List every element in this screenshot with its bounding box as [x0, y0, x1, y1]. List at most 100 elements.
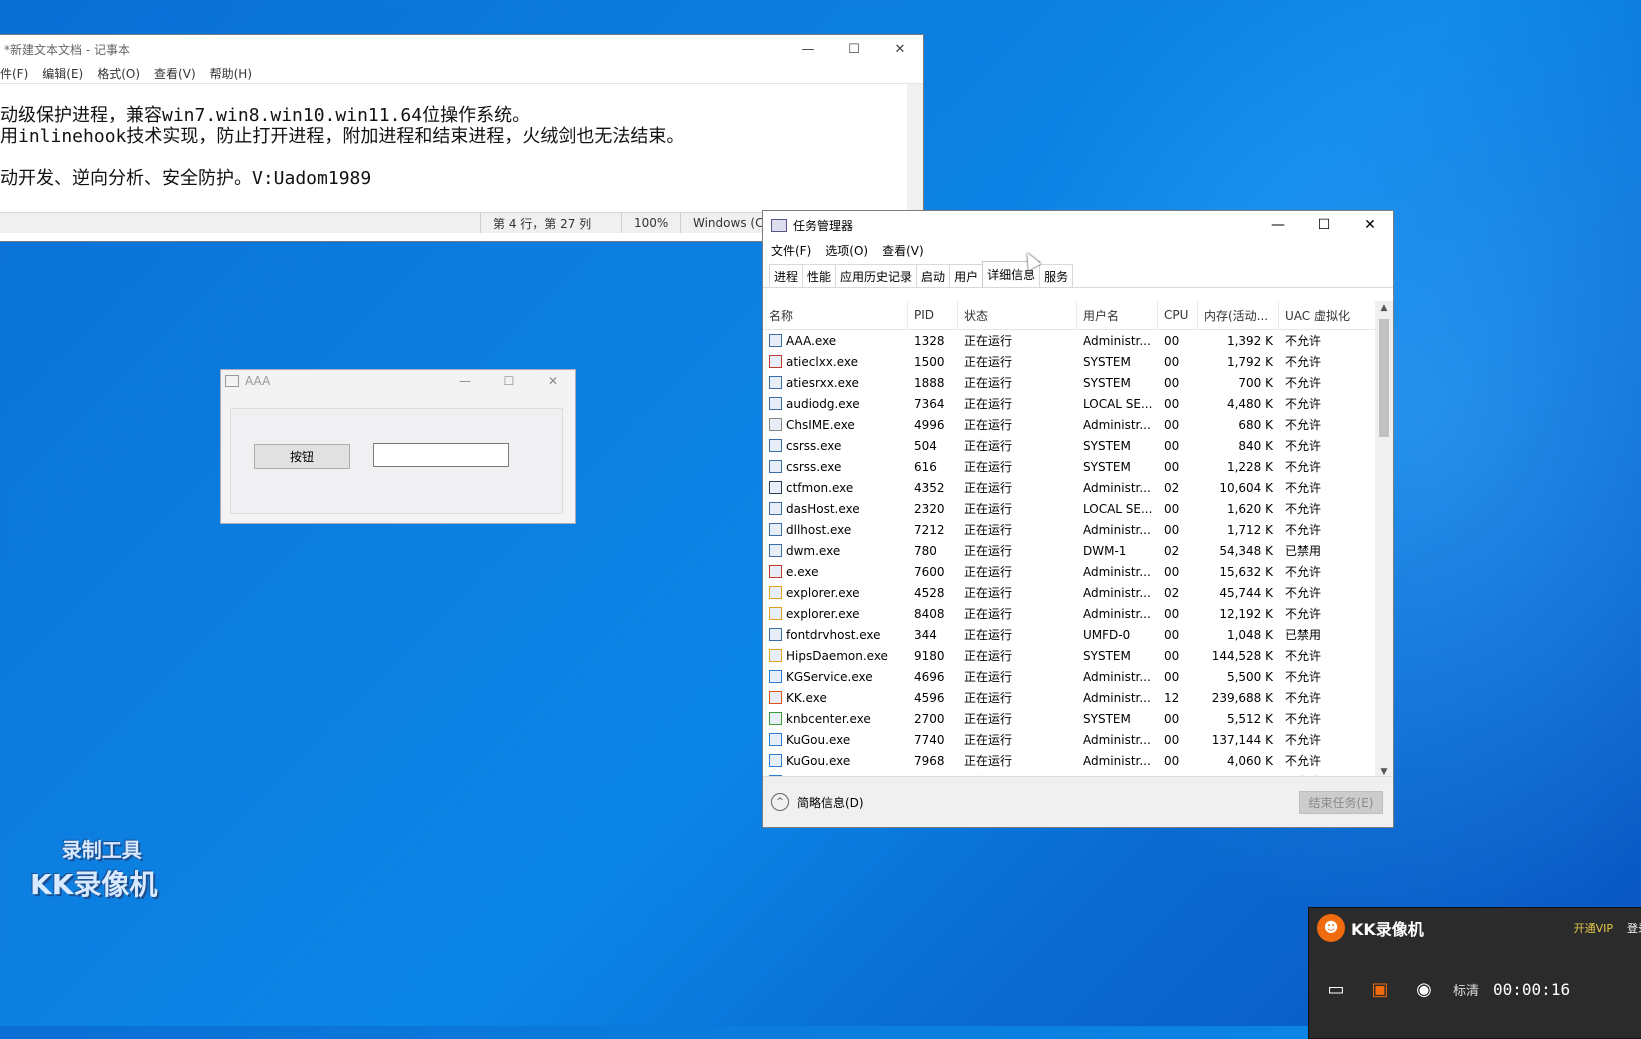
action-button[interactable]: 按钮 — [254, 444, 350, 469]
col-memory[interactable]: 内存(活动... — [1198, 301, 1279, 329]
notepad-scrollbar[interactable] — [907, 84, 923, 212]
table-row[interactable]: dllhost.exe 7212 正在运行 Administr... 00 1,712 K… — [763, 519, 1377, 540]
process-user: UMFD-0 — [1083, 627, 1131, 642]
minimize-icon[interactable]: — — [785, 35, 831, 63]
process-icon — [769, 586, 782, 599]
table-row[interactable]: AAA.exe 1328 正在运行 Administr... 00 1,392 K 不允许 — [763, 330, 1377, 351]
process-cpu: 12 — [1164, 690, 1180, 705]
tab-services[interactable]: 服务 — [1039, 264, 1074, 287]
process-uac: 不允许 — [1285, 691, 1322, 705]
col-pid[interactable]: PID — [908, 301, 958, 329]
scroll-up-icon[interactable]: ▲ — [1375, 303, 1393, 313]
col-uac[interactable]: UAC 虚拟化 — [1279, 301, 1377, 329]
monitor-icon[interactable]: ▭ — [1321, 978, 1351, 1000]
notepad-text-area[interactable]: 动级保护进程，兼容win7.win8.win10.win11.64位操作系统。用… — [0, 83, 923, 212]
watermark-line1: 录制工具 — [61, 838, 142, 862]
name-cell: audiodg.exe — [763, 393, 908, 414]
process-cpu: 00 — [1164, 669, 1180, 684]
process-name: HipsDaemon.exe — [786, 648, 888, 663]
process-cpu: 00 — [1164, 711, 1180, 726]
col-cpu[interactable]: CPU — [1158, 301, 1198, 329]
text-line: 动级保护进程，兼容win7.win8.win10.win11.64位操作系统。 — [0, 105, 531, 126]
process-user: Administr... — [1083, 333, 1151, 348]
process-cpu: 00 — [1164, 522, 1180, 537]
scroll-thumb[interactable] — [1379, 319, 1389, 437]
table-row[interactable]: dwm.exe 780 正在运行 DWM-1 02 54,348 K 已禁用 — [763, 540, 1377, 561]
table-row[interactable]: dasHost.exe 2320 正在运行 LOCAL SE... 00 1,620 K 不… — [763, 498, 1377, 519]
maximize-icon[interactable]: ☐ — [487, 374, 531, 388]
table-row[interactable]: explorer.exe 4528 正在运行 Administr... 02 45,744… — [763, 582, 1377, 603]
process-icon — [769, 607, 782, 620]
close-icon[interactable]: ✕ — [531, 374, 575, 388]
quality-label[interactable]: 标清 — [1453, 980, 1479, 999]
kk-header: ☻ KK录像机 开通VIP 登录 — [1309, 908, 1641, 948]
process-uac: 不允许 — [1285, 439, 1322, 453]
process-pid: 1328 — [914, 333, 945, 348]
process-pid: 7364 — [914, 396, 945, 411]
notepad-titlebar[interactable]: *新建文本文档 - 记事本 — ☐ ✕ — [0, 35, 923, 63]
process-user: SYSTEM — [1083, 711, 1131, 726]
menu-view[interactable]: 查看(V) — [154, 65, 196, 82]
text-input[interactable] — [373, 443, 509, 467]
process-uac: 不允许 — [1285, 502, 1322, 516]
taskmgr-titlebar[interactable]: 任务管理器 — ☐ ✕ — [763, 211, 1393, 239]
table-row[interactable]: HipsDaemon.exe 9180 正在运行 SYSTEM 00 144,528 K 不… — [763, 645, 1377, 666]
table-row[interactable]: atieclxx.exe 1500 正在运行 SYSTEM 00 1,792 K 不允许 — [763, 351, 1377, 372]
end-task-button[interactable]: 结束任务(E) — [1299, 790, 1383, 814]
table-row[interactable]: csrss.exe 504 正在运行 SYSTEM 00 840 K 不允许 — [763, 435, 1377, 456]
less-details-link[interactable]: ^ 简略信息(D) — [771, 793, 864, 811]
table-row[interactable]: KGService.exe 4696 正在运行 Administr... 00 5,500… — [763, 666, 1377, 687]
login-link[interactable]: 登录 — [1627, 920, 1641, 936]
region-capture-icon[interactable]: ▣ — [1365, 978, 1395, 1000]
maximize-icon[interactable]: ☐ — [831, 35, 877, 63]
vip-link[interactable]: 开通VIP — [1574, 920, 1613, 936]
table-row[interactable]: explorer.exe 8408 正在运行 Administr... 00 12,192… — [763, 603, 1377, 624]
table-row[interactable]: knbcenter.exe 2700 正在运行 SYSTEM 00 5,512 K 不允许 — [763, 708, 1377, 729]
process-uac: 不允许 — [1285, 334, 1322, 348]
tab-processes[interactable]: 进程 — [769, 264, 804, 287]
process-pid: 1500 — [914, 354, 945, 369]
menu-help[interactable]: 帮助(H) — [210, 65, 252, 82]
table-scrollbar[interactable]: ▲ ▼ — [1375, 301, 1393, 779]
name-cell: fontdrvhost.exe — [763, 624, 908, 645]
minimize-icon[interactable]: — — [443, 374, 487, 388]
process-user: Administr... — [1083, 564, 1151, 579]
minimize-icon[interactable]: — — [1255, 211, 1301, 239]
aaa-client-area: 按钮 — [230, 408, 563, 514]
process-status: 正在运行 — [964, 565, 1013, 579]
process-icon — [769, 355, 782, 368]
tab-app-history[interactable]: 应用历史记录 — [835, 264, 918, 287]
table-row[interactable]: ChsIME.exe 4996 正在运行 Administr... 00 680 K 不允许 — [763, 414, 1377, 435]
close-icon[interactable]: ✕ — [877, 35, 923, 63]
table-row[interactable]: audiodg.exe 7364 正在运行 LOCAL SE... 00 4,480 K 不… — [763, 393, 1377, 414]
tab-startup[interactable]: 启动 — [916, 264, 951, 287]
process-uac: 不允许 — [1285, 397, 1322, 411]
col-username[interactable]: 用户名 — [1077, 301, 1158, 329]
table-row[interactable]: KuGou.exe 7740 正在运行 Administr... 00 137,144 K… — [763, 729, 1377, 750]
tab-users[interactable]: 用户 — [949, 264, 984, 287]
table-row[interactable]: KK.exe 4596 正在运行 Administr... 12 239,688 K 不允许 — [763, 687, 1377, 708]
table-row[interactable]: e.exe 7600 正在运行 Administr... 00 15,632 K 不允许 — [763, 561, 1377, 582]
table-row[interactable]: ctfmon.exe 4352 正在运行 Administr... 02 10,604 K… — [763, 477, 1377, 498]
maximize-icon[interactable]: ☐ — [1301, 211, 1347, 239]
menu-edit[interactable]: 编辑(E) — [42, 65, 83, 82]
table-row[interactable]: csrss.exe 616 正在运行 SYSTEM 00 1,228 K 不允许 — [763, 456, 1377, 477]
menu-file[interactable]: 件(F) — [0, 65, 28, 82]
gamepad-icon[interactable]: ◉ — [1409, 978, 1439, 1000]
table-row[interactable]: atiesrxx.exe 1888 正在运行 SYSTEM 00 700 K 不允许 — [763, 372, 1377, 393]
process-icon — [769, 733, 782, 746]
process-cpu: 00 — [1164, 501, 1180, 516]
menu-options[interactable]: 选项(O) — [825, 242, 868, 259]
table-row[interactable]: fontdrvhost.exe 344 正在运行 UMFD-0 00 1,048 K 已禁用 — [763, 624, 1377, 645]
app-icon — [225, 375, 239, 387]
close-icon[interactable]: ✕ — [1347, 211, 1393, 239]
menu-view[interactable]: 查看(V) — [882, 242, 924, 259]
table-row[interactable]: KuGou.exe 7968 正在运行 Administr... 00 4,060 K 不允… — [763, 750, 1377, 771]
tab-performance[interactable]: 性能 — [802, 264, 837, 287]
menu-file[interactable]: 文件(F) — [771, 242, 811, 259]
menu-format[interactable]: 格式(O) — [97, 65, 140, 82]
col-status[interactable]: 状态 — [958, 301, 1077, 329]
aaa-window: AAA — ☐ ✕ 按钮 — [220, 369, 576, 524]
process-user: Administr... — [1083, 522, 1151, 537]
aaa-titlebar[interactable]: AAA — ☐ ✕ — [221, 370, 575, 392]
